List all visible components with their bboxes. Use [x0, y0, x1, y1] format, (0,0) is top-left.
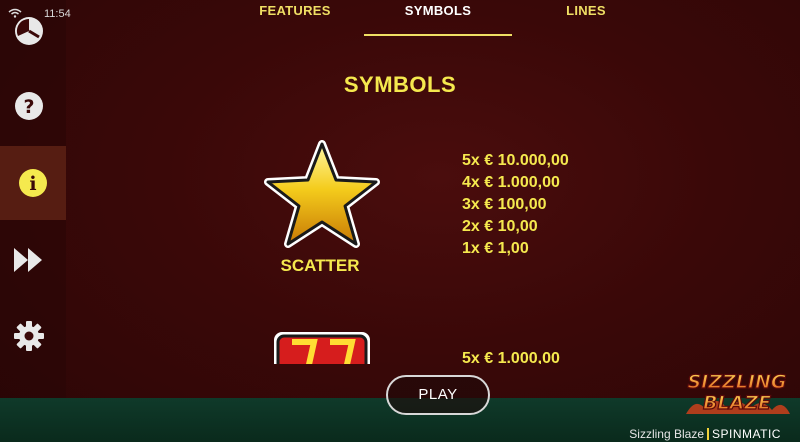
tab-symbols[interactable]: SYMBOLS: [364, 0, 512, 36]
svg-text:BLAZE: BLAZE: [703, 392, 771, 414]
payout-3x: 3x € 100,00: [462, 196, 547, 213]
next-symbol-payout-5x: 5x € 1.000,00: [462, 350, 560, 364]
payout-5x: 5x € 10.000,00: [462, 152, 569, 169]
sidebar: 11:54 ? i: [0, 0, 71, 442]
payout-2x: 2x € 10,00: [462, 218, 538, 235]
seven-symbol-icon: [274, 332, 370, 364]
payout-1x: 1x € 1,00: [462, 240, 529, 257]
svg-text:i: i: [29, 173, 36, 195]
svg-text:SIZZLING: SIZZLING: [688, 371, 787, 393]
tab-lines[interactable]: LINES: [536, 0, 636, 34]
tab-bar: FEATURES SYMBOLS LINES: [220, 0, 660, 36]
fast-forward-button[interactable]: [0, 231, 58, 289]
gear-icon: [14, 321, 44, 351]
sizzling-blaze-logo: SIZZLING BLAZE: [686, 370, 790, 415]
tab-features[interactable]: FEATURES: [240, 0, 350, 34]
scatter-star-icon: [264, 140, 380, 248]
scatter-label: SCATTER: [280, 256, 360, 275]
payout-4x: 4x € 1.000,00: [462, 174, 560, 191]
svg-text:?: ?: [23, 96, 34, 118]
info-button[interactable]: i: [0, 146, 66, 220]
next-symbol-row: 5x € 1.000,00: [240, 320, 640, 364]
page-title: SYMBOLS: [343, 72, 457, 97]
history-icon: [15, 17, 43, 45]
scatter-payout-table: 5x € 10.000,00 4x € 1.000,00 3x € 100,00…: [462, 150, 569, 260]
info-icon: i: [19, 169, 47, 197]
settings-button[interactable]: [0, 307, 58, 365]
history-button[interactable]: [0, 2, 58, 60]
footer-brand: SPINMATIC: [712, 427, 781, 441]
fast-forward-icon: [14, 248, 42, 272]
footer-separator: [707, 428, 709, 440]
play-button[interactable]: PLAY: [386, 375, 490, 415]
footer-game-name: Sizzling Blaze: [629, 427, 704, 441]
